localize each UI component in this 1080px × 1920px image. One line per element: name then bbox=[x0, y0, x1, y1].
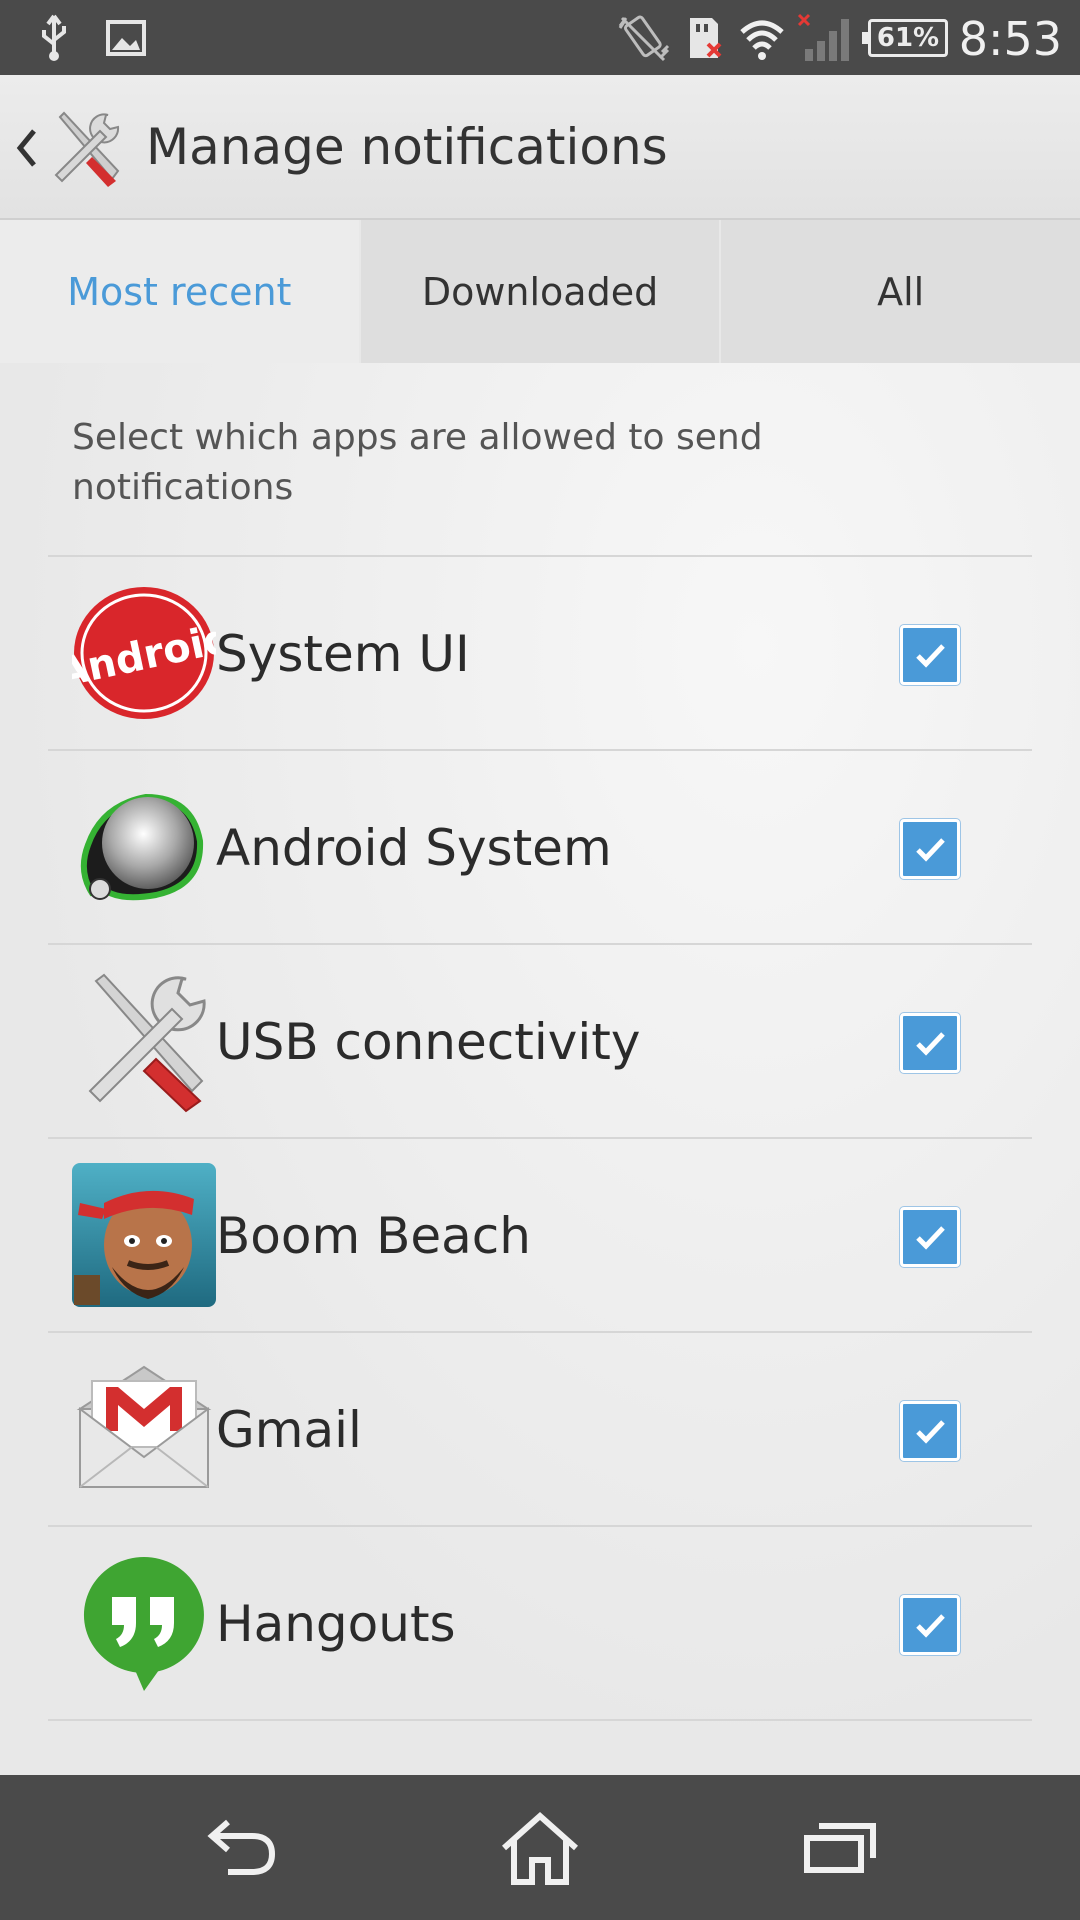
boom-beach-icon bbox=[72, 1163, 216, 1307]
tab-most-recent[interactable]: Most recent bbox=[0, 220, 361, 363]
tab-bar: Most recent Downloaded All bbox=[0, 220, 1080, 363]
wifi-icon bbox=[736, 0, 788, 75]
android-system-icon bbox=[72, 775, 216, 919]
app-name: Gmail bbox=[216, 1401, 362, 1459]
app-name: Hangouts bbox=[216, 1595, 456, 1653]
notification-checkbox[interactable] bbox=[900, 1013, 960, 1073]
notification-checkbox[interactable] bbox=[900, 1207, 960, 1267]
clock: 8:53 bbox=[958, 12, 1062, 66]
tools-icon[interactable] bbox=[46, 109, 124, 187]
list-item-gmail[interactable]: Gmail bbox=[48, 1331, 1032, 1525]
usb-icon bbox=[34, 0, 74, 75]
notification-checkbox[interactable] bbox=[900, 625, 960, 685]
list-item-android-system[interactable]: Android System bbox=[48, 749, 1032, 943]
vibrate-icon bbox=[616, 0, 672, 75]
tab-downloaded[interactable]: Downloaded bbox=[361, 220, 722, 363]
notification-checkbox[interactable] bbox=[900, 819, 960, 879]
app-name: Android System bbox=[216, 819, 612, 877]
app-name: System UI bbox=[216, 625, 470, 683]
navigation-bar bbox=[0, 1775, 1080, 1920]
page-title: Manage notifications bbox=[146, 118, 668, 176]
list-item-usb-connectivity[interactable]: USB connectivity bbox=[48, 943, 1032, 1137]
notification-checkbox[interactable] bbox=[900, 1595, 960, 1655]
list-item-partial[interactable] bbox=[48, 1719, 1032, 1775]
image-icon bbox=[104, 0, 148, 75]
gmail-icon bbox=[72, 1357, 216, 1501]
action-bar: Manage notifications bbox=[0, 75, 1080, 220]
no-signal-icon bbox=[796, 0, 852, 75]
recents-icon[interactable] bbox=[740, 1775, 940, 1920]
up-chevron-icon[interactable] bbox=[12, 123, 42, 173]
description-text: Select which apps are allowed to send no… bbox=[72, 417, 763, 508]
list-item-hangouts[interactable]: Hangouts bbox=[48, 1525, 1032, 1719]
home-icon[interactable] bbox=[440, 1775, 640, 1920]
tab-all[interactable]: All bbox=[721, 220, 1080, 363]
android-kitkat-icon: Android bbox=[53, 581, 236, 725]
battery-icon: 61% bbox=[862, 19, 948, 57]
back-icon[interactable] bbox=[142, 1775, 342, 1920]
app-list-container[interactable]: Select which apps are allowed to send no… bbox=[0, 363, 1080, 1775]
notification-checkbox[interactable] bbox=[900, 1401, 960, 1461]
app-list: Android System UI Android System USB con… bbox=[48, 555, 1032, 1775]
list-item-system-ui[interactable]: Android System UI bbox=[48, 555, 1032, 749]
status-bar: 61% 8:53 bbox=[0, 0, 1080, 75]
tools-icon bbox=[72, 969, 216, 1113]
app-name: USB connectivity bbox=[216, 1013, 641, 1071]
app-name: Boom Beach bbox=[216, 1207, 531, 1265]
hangouts-icon bbox=[72, 1551, 216, 1695]
list-item-boom-beach[interactable]: Boom Beach bbox=[48, 1137, 1032, 1331]
partial-app-icon bbox=[72, 1745, 216, 1775]
sd-card-error-icon bbox=[684, 0, 724, 75]
